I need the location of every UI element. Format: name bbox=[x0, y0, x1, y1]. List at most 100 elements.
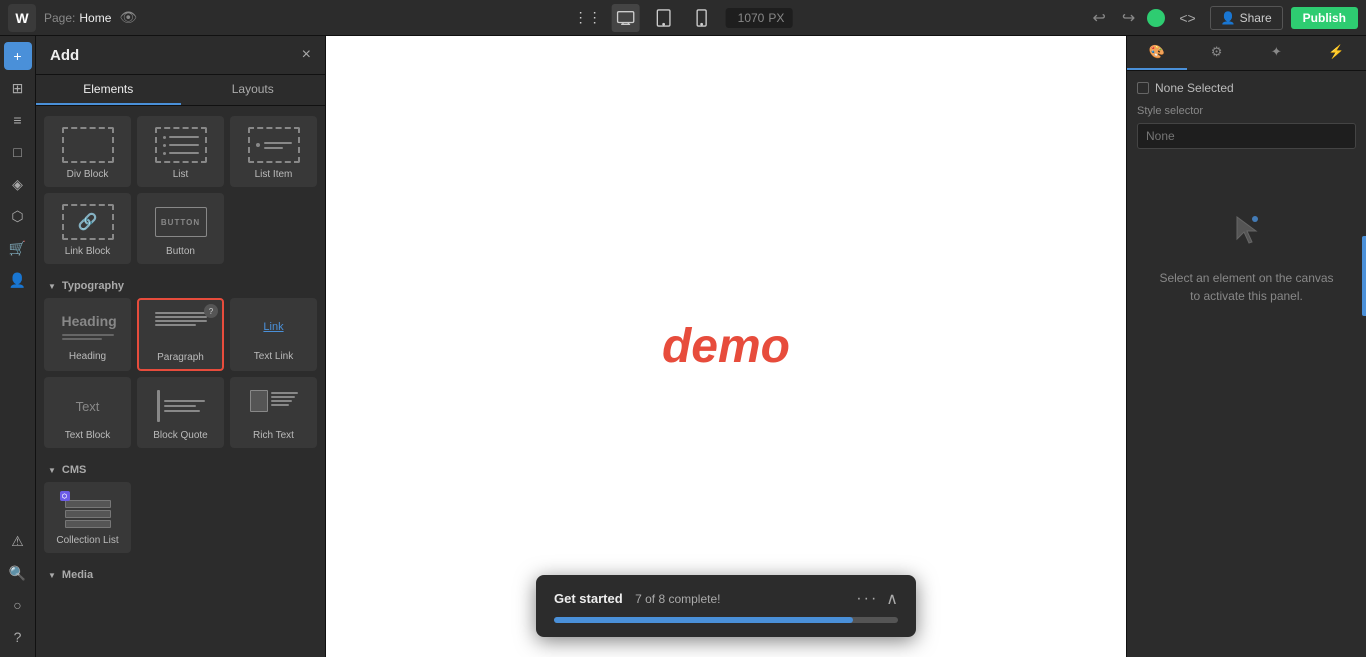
tab-effects[interactable]: ✦ bbox=[1247, 36, 1307, 70]
alert-button[interactable]: ⚠ bbox=[4, 527, 32, 555]
right-panel: 🎨 ⚙ ✦ ⚡ None Selected Style selector Sel… bbox=[1126, 36, 1366, 657]
eye-icon[interactable]: 👁 bbox=[119, 9, 137, 26]
rich-text-icon-wrapper bbox=[246, 386, 302, 426]
progress-bar-background bbox=[554, 617, 898, 623]
code-view-button[interactable]: <> bbox=[1173, 8, 1201, 28]
get-started-count: 7 of 8 complete! bbox=[635, 592, 720, 606]
element-list-item[interactable]: List Item bbox=[230, 116, 317, 187]
cms-arrow-icon: ▼ bbox=[48, 466, 56, 475]
add-panel-close-button[interactable]: × bbox=[302, 46, 311, 64]
media-section-header[interactable]: ▼ Media bbox=[44, 561, 317, 587]
get-started-header: Get started 7 of 8 complete! ··· ∧ bbox=[554, 589, 898, 609]
style-selector-label: Style selector bbox=[1137, 105, 1356, 117]
typography-section-header[interactable]: ▼ Typography bbox=[44, 272, 317, 298]
publish-button[interactable]: Publish bbox=[1291, 7, 1358, 29]
element-list-item-label: List Item bbox=[255, 169, 293, 180]
media-label: Media bbox=[62, 569, 93, 581]
ecommerce-button[interactable]: 🛒 bbox=[4, 234, 32, 262]
list-icon bbox=[155, 127, 207, 163]
get-started-more-button[interactable]: ··· bbox=[856, 590, 878, 608]
add-panel-header: Add × bbox=[36, 36, 325, 75]
element-rich-text[interactable]: Rich Text bbox=[230, 377, 317, 448]
text-block-icon: Text bbox=[62, 388, 114, 424]
div-block-icon-wrapper bbox=[60, 125, 116, 165]
tab-layouts[interactable]: Layouts bbox=[181, 75, 326, 105]
paragraph-icon bbox=[153, 308, 209, 348]
mobile-view-button[interactable] bbox=[688, 4, 716, 32]
desktop-view-button[interactable] bbox=[612, 4, 640, 32]
button-icon-wrapper: BUTTON bbox=[153, 202, 209, 242]
typography-label: Typography bbox=[62, 280, 124, 292]
topbar-right: ↩ ↪ <> 👤 Share Publish bbox=[1089, 6, 1366, 30]
layers-button[interactable]: ≡ bbox=[4, 106, 32, 134]
element-text-block[interactable]: Text Text Block bbox=[44, 377, 131, 448]
element-rich-text-label: Rich Text bbox=[253, 430, 294, 441]
cms-badge: ⬡ bbox=[60, 491, 70, 501]
tab-style[interactable]: 🎨 bbox=[1127, 36, 1187, 70]
text-link-icon: Link bbox=[248, 309, 300, 345]
none-selected-checkbox bbox=[1137, 82, 1149, 94]
element-list[interactable]: List bbox=[137, 116, 224, 187]
right-panel-body: None Selected Style selector Select an e… bbox=[1127, 71, 1366, 657]
collection-list-icon bbox=[62, 497, 114, 533]
link-block-icon: 🔗 bbox=[62, 204, 114, 240]
undo-button[interactable]: ↩ bbox=[1089, 6, 1110, 30]
element-paragraph-label: Paragraph bbox=[157, 352, 204, 363]
element-button[interactable]: BUTTON Button bbox=[137, 193, 224, 264]
get-started-title-group: Get started 7 of 8 complete! bbox=[554, 590, 720, 608]
element-heading-label: Heading bbox=[69, 351, 106, 362]
canvas-page[interactable]: demo bbox=[326, 36, 1126, 657]
more-options-button[interactable]: ⋮⋮ bbox=[574, 4, 602, 32]
list-icon-wrapper bbox=[153, 125, 209, 165]
tablet-view-button[interactable] bbox=[650, 4, 678, 32]
text-block-icon-wrapper: Text bbox=[60, 386, 116, 426]
tooltip-icon: ? bbox=[204, 304, 218, 318]
element-block-quote-label: Block Quote bbox=[153, 430, 207, 441]
typography-arrow-icon: ▼ bbox=[48, 282, 56, 291]
help-button[interactable]: ? bbox=[4, 623, 32, 651]
topbar: W Page: Home 👁 ⋮⋮ bbox=[0, 0, 1366, 36]
cms-section-header[interactable]: ▼ CMS bbox=[44, 456, 317, 482]
add-panel-body: Div Block List bbox=[36, 106, 325, 657]
get-started-collapse-button[interactable]: ∧ bbox=[886, 589, 898, 609]
element-heading[interactable]: Heading Heading bbox=[44, 298, 131, 371]
pages-button[interactable]: ⊞ bbox=[4, 74, 32, 102]
share-button[interactable]: 👤 Share bbox=[1210, 6, 1283, 30]
basic-elements-grid: Div Block List bbox=[44, 116, 317, 264]
none-selected-row: None Selected bbox=[1137, 81, 1356, 95]
topbar-page-label: Page: bbox=[44, 11, 75, 25]
element-list-label: List bbox=[173, 169, 189, 180]
cms-label: CMS bbox=[62, 464, 86, 476]
element-text-link[interactable]: Link Text Link bbox=[230, 298, 317, 371]
components-button[interactable]: ◈ bbox=[4, 170, 32, 198]
panel-empty-state: Select an element on the canvas to activ… bbox=[1137, 209, 1356, 305]
tab-interactions[interactable]: ⚡ bbox=[1306, 36, 1366, 70]
account-button[interactable]: ○ bbox=[4, 591, 32, 619]
topbar-page-name[interactable]: Home bbox=[79, 11, 111, 25]
element-paragraph[interactable]: ? Paragraph bbox=[137, 298, 224, 371]
tab-settings[interactable]: ⚙ bbox=[1187, 36, 1247, 70]
element-block-quote[interactable]: Block Quote bbox=[137, 377, 224, 448]
block-quote-icon-wrapper bbox=[153, 386, 209, 426]
search-button[interactable]: 🔍 bbox=[4, 559, 32, 587]
element-div-block[interactable]: Div Block bbox=[44, 116, 131, 187]
users-button[interactable]: 👤 bbox=[4, 266, 32, 294]
get-started-title: Get started bbox=[554, 591, 623, 606]
list-item-icon-wrapper bbox=[246, 125, 302, 165]
style-selector-input[interactable] bbox=[1137, 123, 1356, 149]
assets-button[interactable]: □ bbox=[4, 138, 32, 166]
cms-button[interactable]: ⬡ bbox=[4, 202, 32, 230]
element-collection-list[interactable]: ⬡ Collection List bbox=[44, 482, 131, 553]
canvas-inner: demo bbox=[326, 36, 1126, 657]
element-link-block[interactable]: 🔗 Link Block bbox=[44, 193, 131, 264]
status-indicator bbox=[1147, 9, 1165, 27]
element-collection-list-label: Collection List bbox=[56, 535, 118, 546]
cursor-icon bbox=[1227, 209, 1267, 257]
tab-elements[interactable]: Elements bbox=[36, 75, 181, 105]
topbar-page: Page: Home 👁 bbox=[44, 9, 137, 26]
link-block-icon-wrapper: 🔗 bbox=[60, 202, 116, 242]
topbar-left: W Page: Home 👁 bbox=[0, 4, 137, 32]
element-button-label: Button bbox=[166, 246, 195, 257]
add-element-button[interactable]: + bbox=[4, 42, 32, 70]
redo-button[interactable]: ↪ bbox=[1118, 6, 1139, 30]
